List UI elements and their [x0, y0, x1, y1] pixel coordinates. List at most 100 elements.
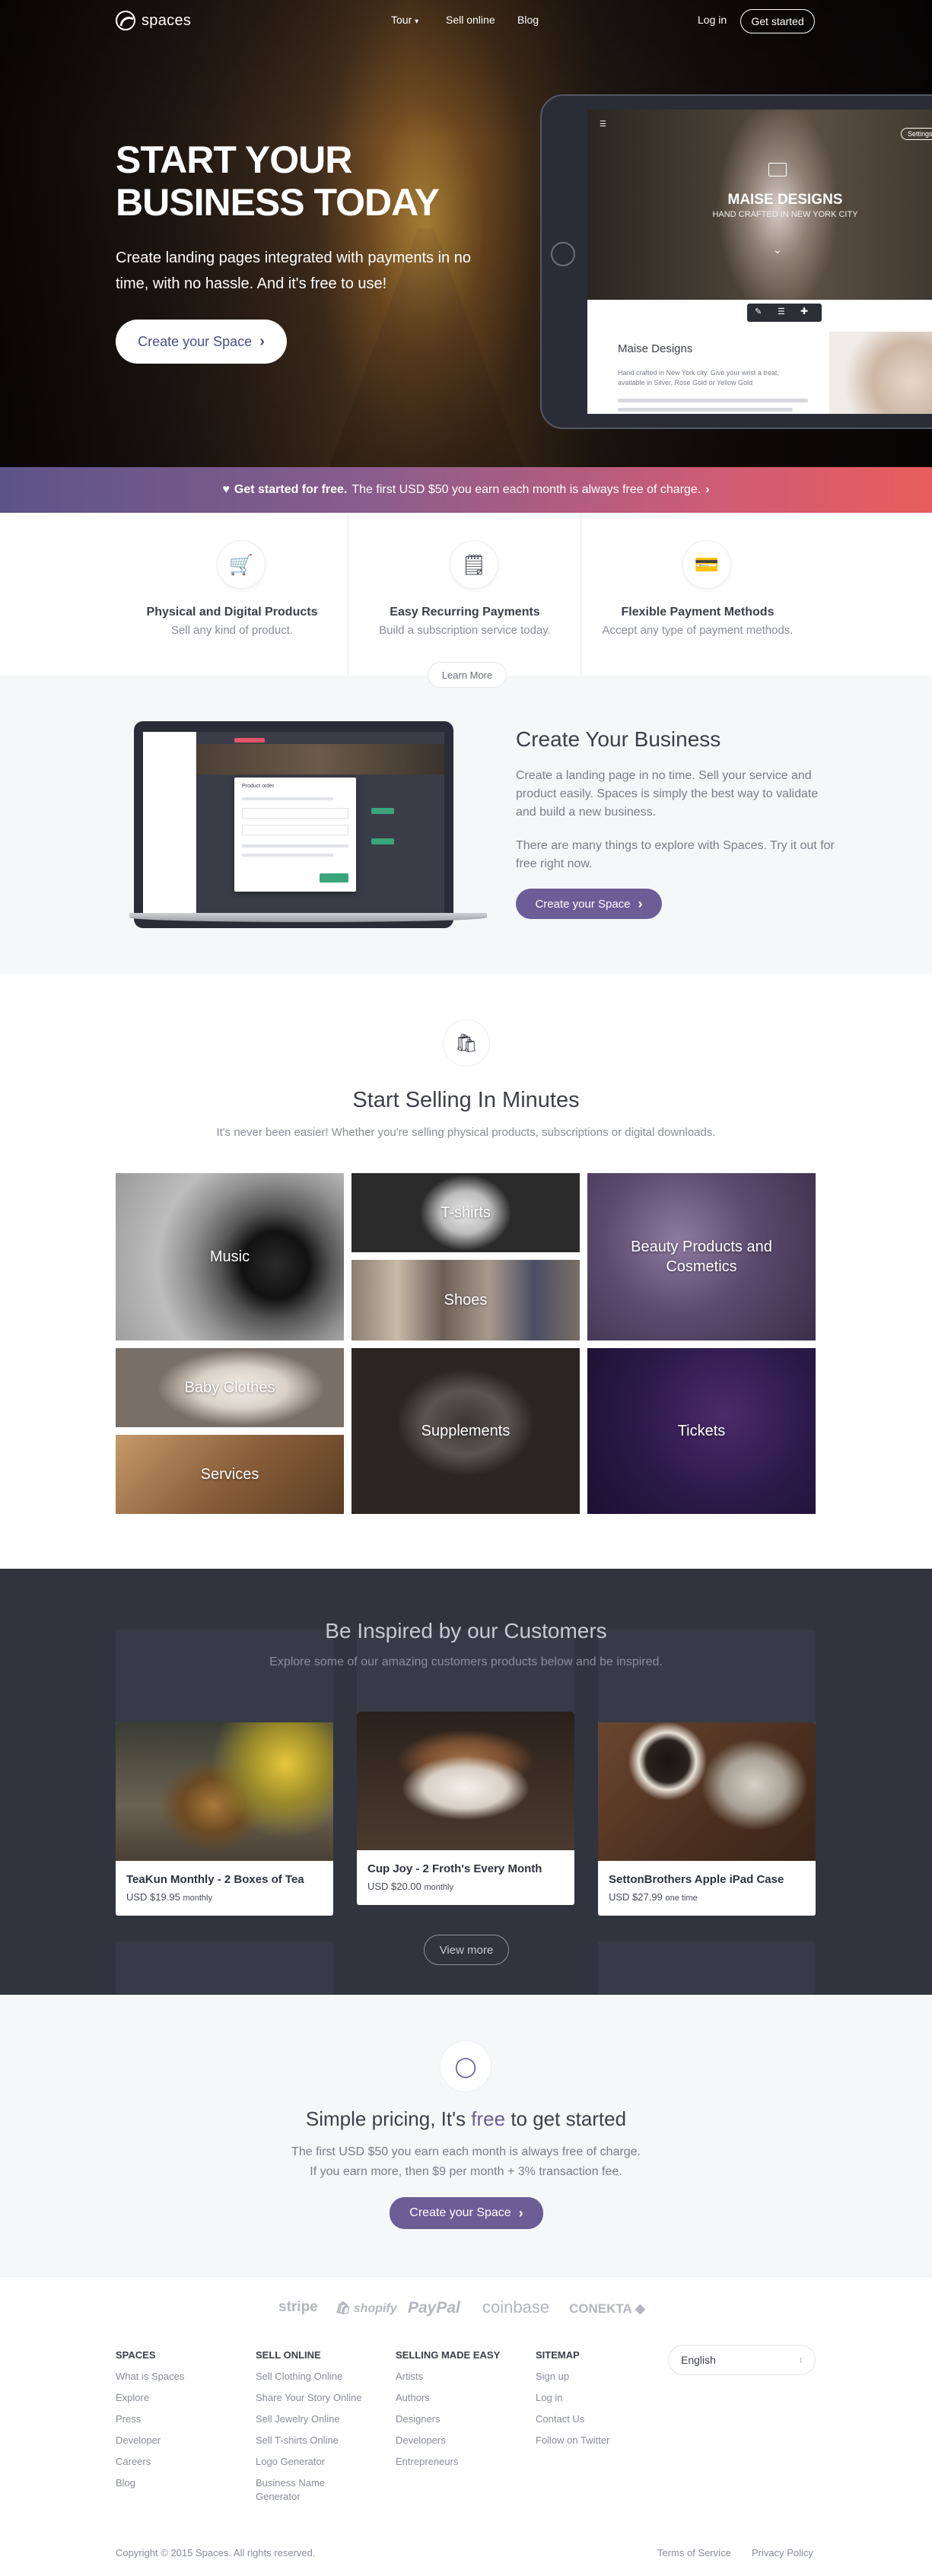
chevron-right-icon: › [518, 2205, 523, 2221]
banner-bold-text: Get started for free. [234, 483, 348, 496]
footer-link-careers[interactable]: Careers [116, 2456, 151, 2467]
card-price: USD $19.95 monthly [126, 1891, 212, 1903]
category-tile-music[interactable]: Music [116, 1173, 344, 1340]
hero-title: START YOUR BUSINESS TODAY [116, 138, 440, 224]
list-icon: ☰ [778, 307, 785, 316]
hero-create-space-button[interactable]: Create your Space › [116, 320, 287, 364]
footer-link-press[interactable]: Press [116, 2413, 141, 2425]
free-start-banner[interactable]: ♥ Get started for free. The first USD $5… [0, 467, 932, 513]
create-space-button[interactable]: Create your Space › [516, 889, 662, 919]
device-store-subtitle: HAND CRAFTED IN NEW YORK CITY [712, 210, 858, 219]
move-icon: ✚ [800, 306, 809, 316]
card-price: USD $27.99 one time [609, 1891, 698, 1903]
feature-subtitle: Accept any type of payment methods. [602, 624, 794, 637]
tablet-screen: ☰ Settings MAISE DESIGNS HAND CRAFTED IN… [587, 110, 932, 414]
footer-heading-spaces: SPACES [116, 2349, 156, 2361]
updown-chevron-icon: ↕ [799, 2355, 803, 2365]
customer-card-cupjoy[interactable]: Cup Joy - 2 Froth's Every Month USD $20.… [357, 1712, 574, 1905]
nav-tour[interactable]: Tour ▾ [391, 14, 418, 26]
tablet-home-button [551, 242, 575, 266]
partner-coinbase: coinbase [482, 2298, 550, 2317]
category-tile-baby-clothes[interactable]: Baby Clothes [116, 1348, 344, 1427]
category-tile-services[interactable]: Services [116, 1435, 344, 1514]
privacy-link[interactable]: Privacy Policy [752, 2547, 813, 2559]
footer-link-designers[interactable]: Designers [396, 2413, 441, 2425]
view-more-button[interactable]: View more [424, 1935, 509, 1965]
diamond-icon: ◆ [635, 2301, 645, 2316]
footer-link-explore[interactable]: Explore [116, 2392, 149, 2403]
laptop-mockup: Product order [134, 721, 453, 928]
terms-link[interactable]: Terms of Service [657, 2547, 731, 2559]
footer [0, 2276, 932, 2576]
category-tile-tickets[interactable]: Tickets [587, 1348, 816, 1514]
footer-link-developer[interactable]: Developer [116, 2434, 161, 2446]
laptop-base [129, 913, 487, 922]
menu-icon: ☰ [600, 120, 606, 129]
hero-subtitle: Create landing pages integrated with pay… [116, 250, 471, 292]
footer-link-sell-tshirts[interactable]: Sell T-shirts Online [256, 2434, 339, 2446]
footer-link-contact-us[interactable]: Contact Us [536, 2413, 584, 2425]
nav-login[interactable]: Log in [698, 14, 727, 26]
settings-chip: Settings [901, 128, 932, 140]
get-started-button[interactable]: Get started [740, 9, 815, 33]
partner-shopify: 🛍 shopify [335, 2302, 397, 2315]
brand-logo[interactable]: spaces [116, 11, 191, 30]
footer-link-artists[interactable]: Artists [396, 2371, 423, 2382]
selling-title: Start Selling In Minutes [352, 1088, 580, 1112]
device-store-title: MAISE DESIGNS [727, 192, 843, 208]
card-image [598, 1722, 816, 1861]
partner-paypal: PayPal [408, 2299, 460, 2317]
tablet-mockup: ☰ Settings MAISE DESIGNS HAND CRAFTED IN… [540, 94, 932, 429]
footer-link-twitter[interactable]: Follow on Twitter [536, 2434, 609, 2446]
learn-more-button[interactable]: Learn More [428, 662, 507, 688]
nav-sell-online[interactable]: Sell online [446, 14, 495, 26]
footer-heading-selling-made-easy: SELLING MADE EASY [396, 2349, 501, 2361]
footer-link-blog[interactable]: Blog [116, 2477, 135, 2489]
feature-recurring: 🗒 Easy Recurring Payments Build a subscr… [348, 513, 581, 676]
footer-link-log-in[interactable]: Log in [536, 2392, 562, 2403]
laptop-modal-title: Product order [242, 784, 275, 789]
footer-link-what-is-spaces[interactable]: What is Spaces [116, 2371, 184, 2382]
device-store-desc: Hand crafted in New York city. Give your… [618, 369, 779, 386]
footer-link-entrepreneurs[interactable]: Entrepreneurs [396, 2456, 458, 2467]
copyright: Copyright © 2015 Spaces. All rights rese… [116, 2547, 316, 2559]
shopping-cart-icon: 🛒 [217, 540, 266, 589]
banner-text: The first USD $50 you earn each month is… [351, 483, 701, 496]
footer-link-developers[interactable]: Developers [396, 2434, 446, 2446]
card-image [116, 1722, 333, 1861]
customer-card-teakun[interactable]: TeaKun Monthly - 2 Boxes of Tea USD $19.… [116, 1722, 333, 1916]
category-tile-beauty[interactable]: Beauty Products and Cosmetics [587, 1173, 816, 1340]
nav-blog[interactable]: Blog [517, 14, 539, 26]
editor-toolbar: ✎ ☰ ✚ [747, 304, 822, 322]
pricing-create-space-button[interactable]: Create your Space › [390, 2197, 543, 2229]
coins-icon: ◯ [440, 2040, 491, 2092]
pricing-title: Simple pricing, It's free to get started [305, 2107, 627, 2130]
footer-heading-sell-online: SELL ONLINE [256, 2349, 321, 2361]
feature-subtitle: Sell any kind of product. [170, 624, 294, 637]
category-tile-supplements[interactable]: Supplements [351, 1348, 580, 1514]
chevron-right-icon: › [259, 332, 265, 350]
feature-physical-digital: 🛒 Physical and Digital Products Sell any… [116, 513, 348, 676]
footer-link-sell-jewelry[interactable]: Sell Jewelry Online [256, 2413, 340, 2425]
heart-icon: ♥ [222, 483, 230, 496]
card-title: Cup Joy - 2 Froth's Every Month [367, 1862, 542, 1875]
footer-link-sell-clothing[interactable]: Sell Clothing Online [256, 2371, 342, 2382]
pencil-icon: ✎ [755, 307, 762, 316]
footer-link-authors[interactable]: Authors [396, 2392, 430, 2403]
footer-heading-sitemap: SITEMAP [536, 2349, 580, 2361]
image-icon [768, 163, 787, 177]
card-title: SettonBrothers Apple iPad Case [609, 1873, 784, 1886]
footer-link-business-name-2[interactable]: Generator [256, 2491, 301, 2502]
laptop-screen: Product order [143, 732, 444, 914]
footer-link-logo-generator[interactable]: Logo Generator [256, 2456, 325, 2467]
category-tile-shoes[interactable]: Shoes [351, 1260, 580, 1340]
footer-link-business-name[interactable]: Business Name [256, 2477, 325, 2489]
footer-link-share-story[interactable]: Share Your Story Online [256, 2392, 361, 2403]
category-tile-tshirts[interactable]: T-shirts [351, 1173, 580, 1252]
language-select[interactable]: English ↕ [668, 2345, 816, 2375]
partner-conekta: CONEKTA ◆ [569, 2301, 645, 2316]
shopping-bag-icon: 🛍 [335, 2302, 351, 2315]
customer-card-setton[interactable]: SettonBrothers Apple iPad Case USD $27.9… [598, 1722, 816, 1916]
footer-link-sign-up[interactable]: Sign up [536, 2371, 569, 2382]
partner-stripe: stripe [278, 2299, 318, 2315]
